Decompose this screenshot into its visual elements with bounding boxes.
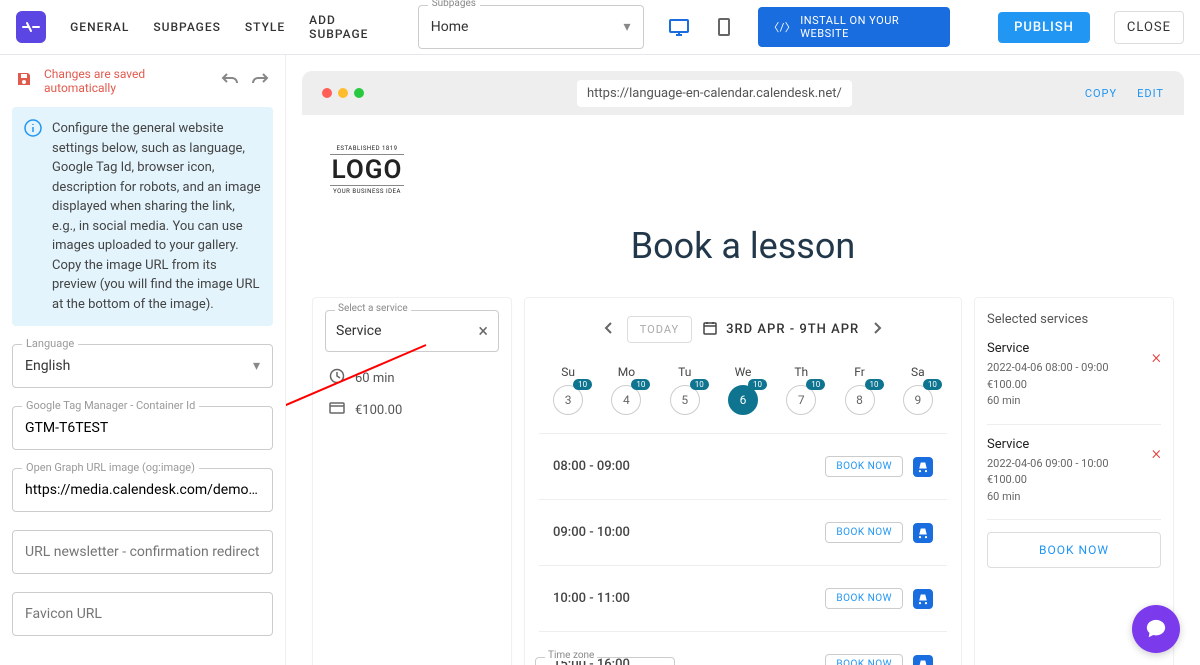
close-button[interactable]: CLOSE xyxy=(1114,11,1184,44)
service-select-label: Select a service xyxy=(335,303,411,314)
publish-button[interactable]: PUBLISH xyxy=(998,12,1090,43)
selected-service-name: Service xyxy=(987,437,1161,452)
selected-title: Selected services xyxy=(987,312,1161,327)
install-button[interactable]: 〈/〉 INSTALL ON YOUR WEBSITE xyxy=(758,7,950,47)
og-image-label: Open Graph URL image (og:image) xyxy=(22,461,199,474)
add-to-cart-icon[interactable] xyxy=(913,589,933,609)
subpages-value: Home xyxy=(431,19,469,35)
selected-service-details: 2022-04-06 09:00 - 10:00€100.0060 min xyxy=(987,456,1161,506)
chat-icon[interactable] xyxy=(1132,605,1180,653)
settings-sidebar: Changes are saved automatically Configur… xyxy=(0,55,286,665)
og-image-input[interactable] xyxy=(12,468,273,512)
undo-icon[interactable] xyxy=(221,72,239,90)
book-now-button[interactable]: BOOK NOW xyxy=(987,532,1161,568)
day-badge: 10 xyxy=(690,379,709,390)
selected-service-name: Service xyxy=(987,341,1161,356)
site-logo: ESTABLISHED 1819 LOGO YOUR BUSINESS IDEA xyxy=(312,135,422,205)
day-badge: 10 xyxy=(631,379,650,390)
credit-card-icon xyxy=(329,402,345,418)
book-slot-button[interactable]: BOOK NOW xyxy=(825,588,903,609)
timezone-label: Time zone xyxy=(545,650,597,661)
day-name: Su xyxy=(561,365,575,379)
calendar-card: TODAY 3RD APR - 9TH APR Su 3 10 Mo xyxy=(524,297,962,665)
newsletter-url-input[interactable] xyxy=(12,530,273,574)
day-badge: 10 xyxy=(573,379,592,390)
chevron-down-icon: ▾ xyxy=(624,19,631,35)
day-name: Tu xyxy=(678,365,691,379)
day-button[interactable]: 8 10 xyxy=(845,385,875,415)
redo-icon[interactable] xyxy=(251,72,269,90)
day-button[interactable]: 3 10 xyxy=(553,385,583,415)
traffic-yellow-icon xyxy=(338,88,348,98)
page-title: Book a lesson xyxy=(302,225,1184,267)
language-select[interactable]: English ▾ xyxy=(12,344,273,388)
info-icon xyxy=(24,119,42,314)
calendar-icon xyxy=(702,320,718,340)
add-to-cart-icon[interactable] xyxy=(913,655,933,665)
url-bar: https://language-en-calendar.calendesk.n… xyxy=(577,80,852,107)
today-button[interactable]: TODAY xyxy=(627,316,692,343)
slot-time: 09:00 - 10:00 xyxy=(553,525,630,540)
traffic-red-icon xyxy=(322,88,332,98)
clock-icon xyxy=(329,368,345,388)
autosave-text: Changes are saved automatically xyxy=(44,67,209,95)
remove-service-icon[interactable]: × xyxy=(1152,347,1161,368)
info-text: Configure the general website settings b… xyxy=(52,119,261,314)
language-label: Language xyxy=(22,337,78,350)
day-badge: 10 xyxy=(748,379,767,390)
info-panel: Configure the general website settings b… xyxy=(12,107,273,326)
app-logo[interactable] xyxy=(16,11,46,43)
day-badge: 10 xyxy=(923,379,942,390)
selected-service-details: 2022-04-06 08:00 - 09:00€100.0060 min xyxy=(987,360,1161,410)
day-button[interactable]: 5 10 xyxy=(670,385,700,415)
day-button[interactable]: 7 10 xyxy=(786,385,816,415)
slot-time: 08:00 - 09:00 xyxy=(553,459,630,474)
add-to-cart-icon[interactable] xyxy=(913,457,933,477)
preview-area: https://language-en-calendar.calendesk.n… xyxy=(286,55,1200,665)
code-icon: 〈/〉 xyxy=(768,19,796,35)
service-price: €100.00 xyxy=(355,403,402,418)
service-duration: 60 min xyxy=(355,371,395,386)
date-range: 3RD APR - 9TH APR xyxy=(726,322,859,337)
day-badge: 10 xyxy=(865,379,884,390)
day-name: Th xyxy=(794,365,808,379)
slot-time: 10:00 - 11:00 xyxy=(553,591,630,606)
service-select[interactable]: Service × xyxy=(325,310,499,352)
window-controls xyxy=(322,88,364,98)
favicon-url-input[interactable] xyxy=(12,592,273,636)
day-name: We xyxy=(735,365,752,379)
day-name: Fr xyxy=(854,365,865,379)
edit-button[interactable]: EDIT xyxy=(1137,87,1164,100)
service-card: Select a service Service × 60 min xyxy=(312,297,512,665)
nav-subpages[interactable]: SUBPAGES xyxy=(153,20,221,34)
desktop-view-icon[interactable] xyxy=(668,16,690,38)
day-button[interactable]: 6 10 xyxy=(728,385,758,415)
remove-service-icon[interactable]: × xyxy=(1152,443,1161,464)
book-slot-button[interactable]: BOOK NOW xyxy=(825,456,903,477)
next-week-icon[interactable] xyxy=(869,317,887,343)
book-slot-button[interactable]: BOOK NOW xyxy=(825,654,903,665)
add-to-cart-icon[interactable] xyxy=(913,523,933,543)
subpages-select[interactable]: Home ▾ xyxy=(418,5,644,49)
prev-week-icon[interactable] xyxy=(599,317,617,343)
save-icon xyxy=(16,71,32,91)
close-icon[interactable]: × xyxy=(478,321,488,342)
nav-general[interactable]: GENERAL xyxy=(70,20,129,34)
chevron-down-icon: ▾ xyxy=(253,358,260,374)
day-name: Mo xyxy=(618,365,635,379)
subpages-select-label: Subpages xyxy=(428,0,480,9)
book-slot-button[interactable]: BOOK NOW xyxy=(825,522,903,543)
mobile-view-icon[interactable] xyxy=(714,16,735,38)
day-button[interactable]: 9 10 xyxy=(903,385,933,415)
day-badge: 10 xyxy=(806,379,825,390)
day-name: Sa xyxy=(911,365,925,379)
copy-button[interactable]: COPY xyxy=(1085,87,1117,100)
day-button[interactable]: 4 10 xyxy=(611,385,641,415)
gtm-label: Google Tag Manager - Container Id xyxy=(22,399,199,412)
traffic-green-icon xyxy=(354,88,364,98)
gtm-input[interactable] xyxy=(12,406,273,450)
nav-style[interactable]: STYLE xyxy=(245,20,285,34)
nav-add-subpage[interactable]: ADD SUBPAGE xyxy=(309,13,394,41)
